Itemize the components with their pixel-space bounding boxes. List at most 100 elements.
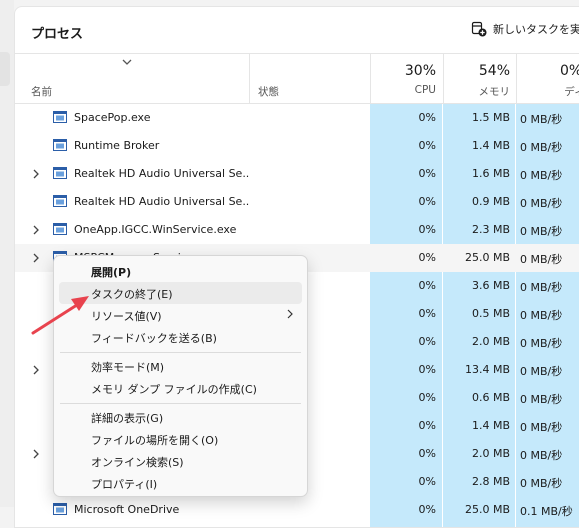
process-disk: 0 MB/秒 (520, 477, 563, 490)
header-divider (15, 53, 579, 54)
table-row[interactable]: OneApp.IGCC.WinService.exe 0% 2.3 MB 0 MB/秒 (15, 216, 579, 244)
menu-item-efficiency-mode[interactable]: 効率モード(M) (59, 355, 302, 377)
process-name: OneApp.IGCC.WinService.exe (74, 223, 237, 236)
process-disk: 0 MB/秒 (520, 169, 563, 182)
process-cpu: 0% (418, 167, 436, 180)
context-menu: 展開(P) タスクの終了(E) リソース値(V) フィードバックを送る(B) 効… (53, 255, 308, 497)
menu-item-label: タスクの終了(E) (91, 288, 173, 301)
process-cpu: 0% (418, 195, 436, 208)
menu-separator (60, 403, 301, 404)
process-cpu: 0% (418, 447, 436, 460)
process-icon (53, 503, 67, 515)
menu-item-label: フィードバックを送る(B) (91, 332, 217, 345)
process-name: Microsoft OneDrive (74, 503, 180, 516)
menu-item-memory-dump[interactable]: メモリ ダンプ ファイルの作成(C) (59, 377, 302, 399)
table-row[interactable]: SpacePop.exe 0% 1.5 MB 0 MB/秒 (15, 104, 579, 132)
process-memory: 0.9 MB (471, 195, 510, 208)
process-cpu: 0% (418, 307, 436, 320)
process-cpu: 0% (418, 139, 436, 152)
process-name: Realtek HD Audio Universal Se... (74, 167, 249, 180)
process-disk: 0.1 MB/秒 (520, 505, 573, 518)
new-task-button[interactable]: 新しいタスクを実行 (471, 21, 579, 37)
process-cpu: 0% (418, 251, 436, 264)
process-icon (53, 223, 67, 235)
process-disk: 0 MB/秒 (520, 393, 563, 406)
process-cpu: 0% (418, 279, 436, 292)
process-disk: 0 MB/秒 (520, 449, 563, 462)
process-disk: 0 MB/秒 (520, 253, 563, 266)
menu-item-label: オンライン検索(S) (91, 456, 184, 469)
process-disk: 0 MB/秒 (520, 421, 563, 434)
new-task-icon (471, 21, 487, 37)
column-header-status[interactable]: 状態 (258, 84, 279, 99)
process-memory: 25.0 MB (464, 251, 510, 264)
process-disk: 0 MB/秒 (520, 225, 563, 238)
process-icon (53, 139, 67, 151)
column-header-cpu-percent[interactable]: 30% (370, 63, 436, 79)
menu-item-label: ファイルの場所を開く(O) (91, 434, 219, 447)
process-memory: 25.0 MB (464, 503, 510, 516)
menu-item-label: 詳細の表示(G) (91, 412, 164, 425)
menu-item-feedback[interactable]: フィードバックを送る(B) (59, 326, 302, 348)
column-header-memory[interactable]: メモリ (443, 84, 511, 99)
menu-item-end-task[interactable]: タスクの終了(E) (59, 282, 302, 304)
process-icon (53, 111, 67, 123)
menu-item-label: 効率モード(M) (91, 361, 165, 374)
menu-item-label: プロパティ(I) (91, 478, 158, 491)
process-name: Runtime Broker (74, 139, 160, 152)
process-cpu: 0% (418, 475, 436, 488)
process-memory: 0.6 MB (471, 391, 510, 404)
menu-item-expand[interactable]: 展開(P) (59, 260, 302, 282)
new-task-label: 新しいタスクを実行 (493, 23, 579, 36)
menu-item-search-online[interactable]: オンライン検索(S) (59, 450, 302, 472)
column-header-disk-percent[interactable]: 0% (560, 63, 579, 79)
process-disk: 0 MB/秒 (520, 197, 563, 210)
process-memory: 2.8 MB (471, 475, 510, 488)
process-disk: 0 MB/秒 (520, 365, 563, 378)
chevron-right-icon (287, 309, 293, 319)
process-cpu: 0% (418, 223, 436, 236)
page-title: プロセス (31, 27, 84, 42)
table-row[interactable]: Realtek HD Audio Universal Se... 0% 1.6 MB… (15, 160, 579, 188)
menu-separator (60, 352, 301, 353)
process-cpu: 0% (418, 419, 436, 432)
process-disk: 0 MB/秒 (520, 337, 563, 350)
chevron-right-icon[interactable] (29, 362, 43, 378)
process-memory: 1.4 MB (471, 419, 510, 432)
process-icon (53, 195, 67, 207)
process-memory: 0.5 MB (471, 307, 510, 320)
process-icon (53, 167, 67, 179)
column-header-memory-percent[interactable]: 54% (443, 63, 510, 79)
chevron-right-icon[interactable] (29, 222, 43, 238)
process-cpu: 0% (418, 503, 436, 516)
column-header-name[interactable]: 名前 (31, 84, 52, 99)
chevron-right-icon[interactable] (29, 446, 43, 462)
chevron-right-icon[interactable] (29, 250, 43, 266)
left-nav-selected-item[interactable] (0, 52, 10, 86)
process-memory: 1.5 MB (471, 111, 510, 124)
process-cpu: 0% (418, 335, 436, 348)
menu-item-properties[interactable]: プロパティ(I) (59, 472, 302, 494)
column-divider (249, 53, 250, 103)
process-disk: 0 MB/秒 (520, 113, 563, 126)
process-disk: 0 MB/秒 (520, 141, 563, 154)
process-memory: 1.4 MB (471, 139, 510, 152)
chevron-right-icon[interactable] (29, 166, 43, 182)
process-memory: 1.6 MB (471, 167, 510, 180)
menu-item-details[interactable]: 詳細の表示(G) (59, 406, 302, 428)
menu-item-label: メモリ ダンプ ファイルの作成(C) (91, 383, 257, 396)
table-row[interactable]: Runtime Broker 0% 1.4 MB 0 MB/秒 (15, 132, 579, 160)
process-cpu: 0% (418, 391, 436, 404)
menu-item-resource-values[interactable]: リソース値(V) (59, 304, 302, 326)
chevron-down-icon[interactable] (121, 57, 133, 67)
process-cpu: 0% (418, 111, 436, 124)
process-cpu: 0% (418, 363, 436, 376)
table-row[interactable]: Realtek HD Audio Universal Se... 0% 0.9 MB… (15, 188, 579, 216)
process-memory: 2.0 MB (471, 335, 510, 348)
process-memory: 2.0 MB (471, 447, 510, 460)
menu-item-open-location[interactable]: ファイルの場所を開く(O) (59, 428, 302, 450)
process-disk: 0 MB/秒 (520, 281, 563, 294)
table-row[interactable]: Microsoft OneDrive 0% 25.0 MB 0.1 MB/秒 (15, 496, 579, 524)
column-header-cpu[interactable]: CPU (370, 84, 436, 96)
process-memory: 3.6 MB (471, 279, 510, 292)
